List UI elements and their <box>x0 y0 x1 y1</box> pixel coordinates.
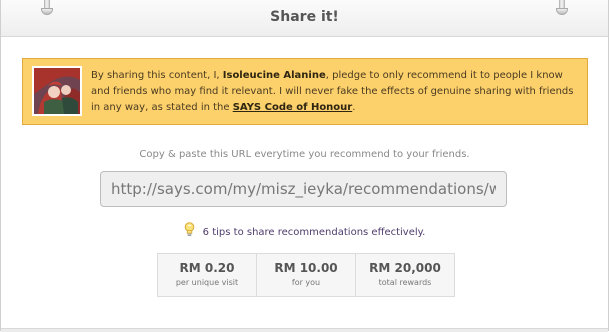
code-of-honour-link[interactable]: SAYS Code of Honour <box>233 102 353 113</box>
stat-amount: RM 10.00 <box>274 261 338 275</box>
pledge-notice: By sharing this content, I, Isoleucine A… <box>22 58 588 125</box>
stat-caption: for you <box>291 278 321 287</box>
stat-per-unique-visit: RM 0.20 per unique visit <box>158 254 257 296</box>
share-dialog: Share it! By sharing this content, I, Is… <box>0 0 609 332</box>
stat-total-rewards: RM 20,000 total rewards <box>356 254 454 296</box>
stat-amount: RM 20,000 <box>369 261 441 275</box>
stat-caption: total rewards <box>378 278 432 287</box>
user-name: Isoleucine Alanine <box>222 70 326 81</box>
tips-link[interactable]: 6 tips to share recommendations effectiv… <box>203 227 426 238</box>
stat-caption: per unique visit <box>175 278 239 287</box>
dialog-bottom-edge <box>1 328 608 332</box>
reward-stats: RM 0.20 per unique visit RM 10.00 for yo… <box>157 253 455 297</box>
dialog-header: Share it! <box>1 0 608 37</box>
share-instruction: Copy & paste this URL everytime you reco… <box>139 149 470 160</box>
lightbulb-icon <box>184 222 195 240</box>
share-url-input[interactable] <box>100 171 507 207</box>
tips-row: 6 tips to share recommendations effectiv… <box>1 222 608 241</box>
pin-icon <box>556 0 568 15</box>
dialog-title: Share it! <box>270 9 339 25</box>
stat-for-you: RM 10.00 for you <box>257 254 356 296</box>
stat-amount: RM 0.20 <box>179 261 235 275</box>
pledge-text: By sharing this content, I, Isoleucine A… <box>91 70 574 113</box>
avatar <box>32 66 82 116</box>
